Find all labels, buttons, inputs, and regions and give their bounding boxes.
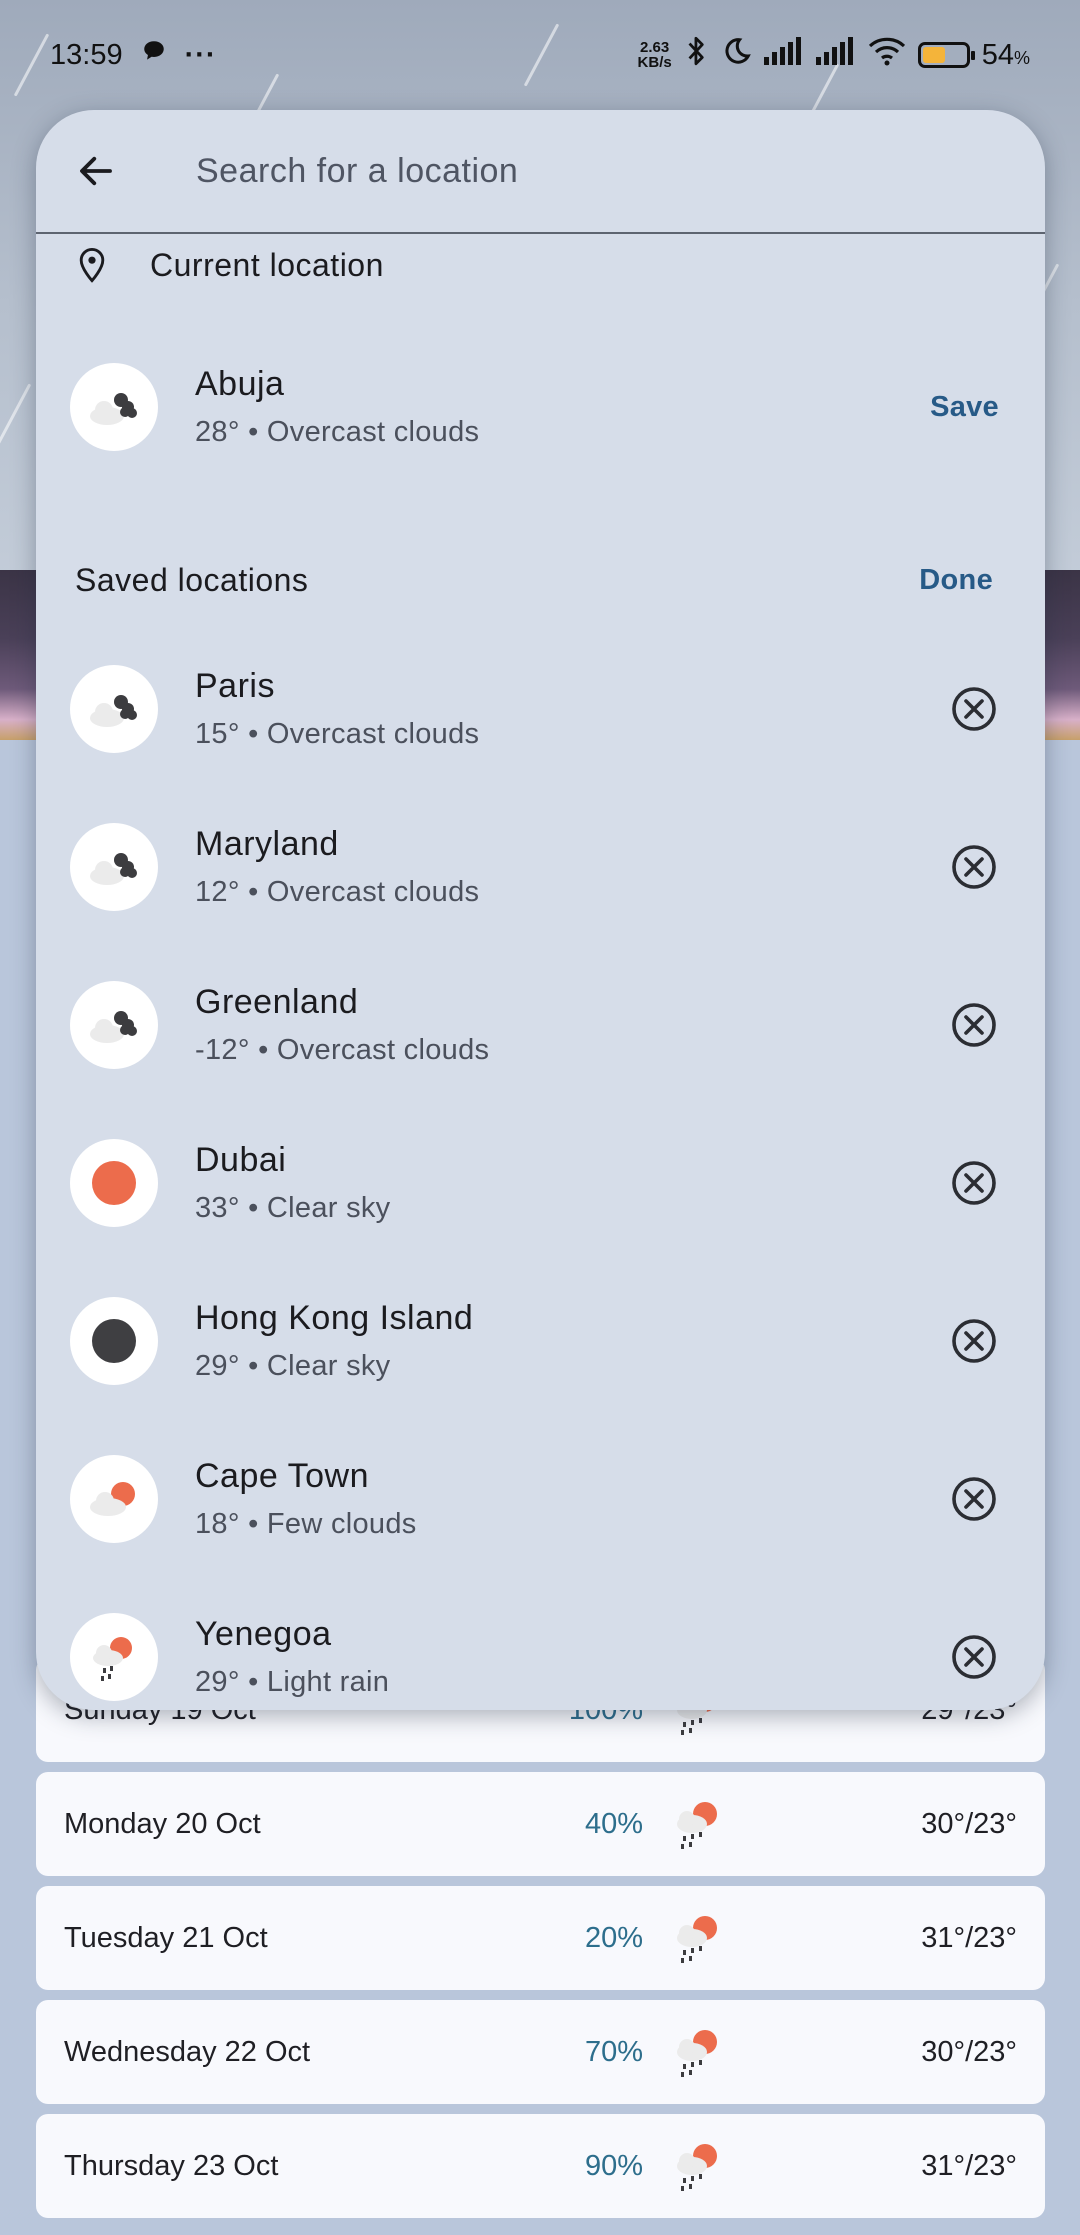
light-rain-icon (667, 1794, 727, 1854)
location-weather: 29° • Clear sky (195, 1350, 391, 1382)
close-circle-icon (952, 1635, 996, 1679)
bluetooth-icon (684, 35, 710, 75)
clear-sky-night-icon (70, 1297, 158, 1385)
remove-location-button[interactable] (949, 1316, 999, 1366)
remove-location-button[interactable] (949, 1000, 999, 1050)
location-pin-icon (72, 245, 112, 285)
saved-location-row[interactable]: Greenland -12° • Overcast clouds (36, 946, 1045, 1104)
light-rain-icon (667, 1908, 727, 1968)
close-circle-icon (952, 687, 996, 731)
close-circle-icon (952, 1003, 996, 1047)
location-name: Greenland (195, 983, 359, 1021)
battery-level-fill (922, 47, 946, 63)
status-bar: 13:59 ··· 2.63 KB/s 54% (0, 0, 1080, 110)
clear-sky-day-icon (70, 1139, 158, 1227)
light-rain-icon (667, 2022, 727, 2082)
location-weather: 28° • Overcast clouds (195, 416, 480, 448)
network-speed-value: 2.63 (640, 39, 670, 56)
saved-location-row[interactable]: Cape Town 18° • Few clouds (36, 1420, 1045, 1578)
search-input[interactable] (196, 151, 1009, 191)
forecast-day: Monday 20 Oct (64, 1807, 261, 1840)
close-circle-icon (952, 845, 996, 889)
battery-percent: 54% (982, 39, 1030, 72)
chat-bubble-icon (141, 38, 167, 72)
close-circle-icon (952, 1161, 996, 1205)
close-circle-icon (952, 1477, 996, 1521)
signal-sim2-icon (815, 37, 856, 73)
location-name: Hong Kong Island (195, 1299, 474, 1337)
location-search-sheet: Current location Abuja 28° • Overcast cl… (36, 110, 1045, 1710)
forecast-day: Tuesday 21 Oct (64, 1921, 268, 1954)
location-name: Yenegoa (195, 1615, 332, 1653)
current-location-row[interactable]: Abuja 28° • Overcast clouds Save (36, 328, 1045, 486)
forecast-rain-chance: 40% (584, 1807, 643, 1840)
forecast-day: Wednesday 22 Oct (64, 2035, 311, 2068)
forecast-row[interactable]: Thursday 23 Oct 90% 31°/23° (36, 2114, 1045, 2218)
wifi-icon (868, 36, 906, 74)
light-rain-icon (667, 2136, 727, 2196)
overcast-clouds-icon (70, 665, 158, 753)
location-weather: 12° • Overcast clouds (195, 876, 480, 908)
current-location-header: Current location (36, 234, 1045, 296)
saved-location-row[interactable]: Dubai 33° • Clear sky (36, 1104, 1045, 1262)
forecast-temperatures: 31°/23° (921, 2149, 1017, 2182)
overcast-clouds-icon (70, 981, 158, 1069)
saved-location-row[interactable]: Paris 15° • Overcast clouds (36, 630, 1045, 788)
remove-location-button[interactable] (949, 842, 999, 892)
overcast-clouds-icon (70, 823, 158, 911)
do-not-disturb-moon-icon (722, 36, 752, 74)
save-location-button[interactable]: Save (930, 391, 999, 424)
location-name: Dubai (195, 1141, 287, 1179)
rain-streak (0, 383, 32, 447)
forecast-row[interactable]: Tuesday 21 Oct 20% 31°/23° (36, 1886, 1045, 1990)
saved-location-row[interactable]: Hong Kong Island 29° • Clear sky (36, 1262, 1045, 1420)
network-speed-unit: KB/s (637, 54, 672, 71)
remove-location-button[interactable] (949, 1632, 999, 1682)
forecast-rain-chance: 90% (584, 2149, 643, 2182)
location-name: Abuja (195, 365, 285, 403)
location-name: Paris (195, 667, 275, 705)
forecast-day: Thursday 23 Oct (64, 2149, 279, 2182)
remove-location-button[interactable] (949, 1474, 999, 1524)
overcast-clouds-icon (70, 363, 158, 451)
forecast-row[interactable]: Monday 20 Oct 40% 30°/23° (36, 1772, 1045, 1876)
more-notifications-icon: ··· (184, 38, 217, 71)
location-name: Cape Town (195, 1457, 369, 1495)
current-location-label: Current location (150, 246, 384, 283)
forecast-temperatures: 30°/23° (921, 2035, 1017, 2068)
saved-locations-title: Saved locations (75, 561, 309, 598)
few-clouds-icon (70, 1455, 158, 1543)
network-speed: 2.63 KB/s (638, 40, 672, 70)
location-weather: 15° • Overcast clouds (195, 718, 480, 750)
location-weather: 33° • Clear sky (195, 1192, 391, 1224)
arrow-left-icon (80, 156, 112, 186)
location-name: Maryland (195, 825, 339, 863)
remove-location-button[interactable] (949, 1158, 999, 1208)
battery-percent-unit: % (1013, 47, 1030, 68)
search-bar (36, 110, 1045, 234)
light-rain-icon (70, 1613, 158, 1701)
forecast-rain-chance: 70% (584, 2035, 643, 2068)
back-button[interactable] (72, 147, 120, 195)
done-button[interactable]: Done (919, 564, 993, 597)
status-time: 13:59 (50, 38, 123, 71)
location-weather: -12° • Overcast clouds (195, 1034, 490, 1066)
forecast-temperatures: 30°/23° (921, 1807, 1017, 1840)
saved-location-row[interactable]: Maryland 12° • Overcast clouds (36, 788, 1045, 946)
close-circle-icon (952, 1319, 996, 1363)
location-weather: 18° • Few clouds (195, 1508, 417, 1540)
saved-locations-header: Saved locations Done (36, 540, 1045, 620)
location-weather: 29° • Light rain (195, 1666, 390, 1698)
remove-location-button[interactable] (949, 684, 999, 734)
saved-location-row[interactable]: Yenegoa 29° • Light rain (36, 1578, 1045, 1710)
forecast-rain-chance: 20% (584, 1921, 643, 1954)
forecast-temperatures: 31°/23° (921, 1921, 1017, 1954)
battery-icon (917, 42, 975, 68)
battery-percent-value: 54 (981, 38, 1014, 71)
forecast-row[interactable]: Wednesday 22 Oct 70% 30°/23° (36, 2000, 1045, 2104)
signal-sim1-icon (763, 37, 804, 73)
